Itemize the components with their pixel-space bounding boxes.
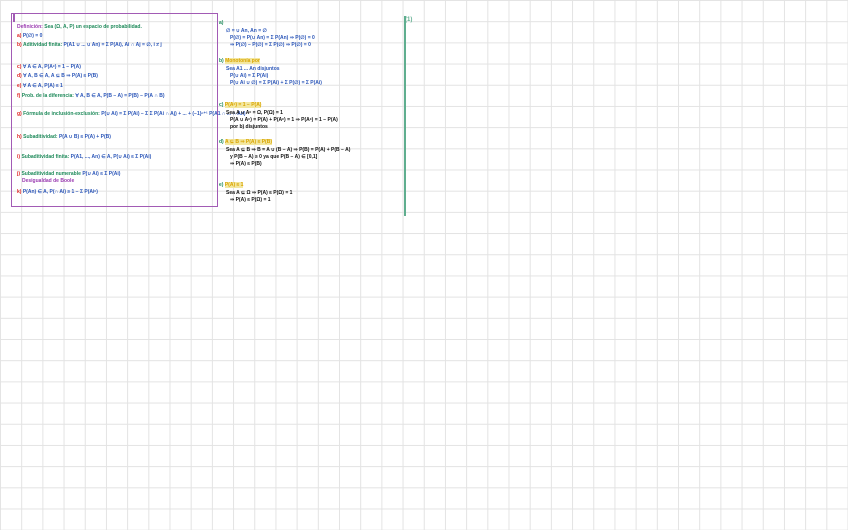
proof-line: P(∪ Ai ∪ ∅) = Σ P(Ai) + Σ P(∅) = Σ P(Ai) [230, 80, 322, 86]
property-item: g) Fórmula de inclusión-exclusión: P(∪ A… [17, 111, 246, 117]
property-label: e) [17, 83, 22, 89]
proof-title: Monotonía por [225, 58, 260, 64]
proof-line-text: y P(B − A) ≥ 0 ya que P(B − A) ∈ [0,1] [230, 154, 318, 160]
page-divider [404, 16, 406, 216]
property-name: Subaditividad numerable [21, 171, 81, 177]
proof-line-text: ⇒ P(A) ≤ P(Ω) = 1 [230, 197, 271, 203]
property-item: c) ∀ A ∈ A, P(Aᶜ) = 1 − P(A) [17, 64, 81, 70]
property-subname: Desigualdad de Boole [22, 178, 74, 184]
property-formula: ∀ A ∈ A, P(A) ≤ 1 [22, 83, 63, 89]
proof-heading: b) Monotonía por [219, 58, 260, 64]
property-formula: P(∪ Ai) = Σ P(Ai) − Σ Σ P(Ai ∩ Aj) + ...… [101, 111, 246, 117]
property-formula: ∀ A ∈ A, P(Aᶜ) = 1 − P(A) [22, 64, 81, 70]
property-label: k) [17, 189, 22, 195]
proof-line-text: por b) disjuntos [230, 124, 268, 130]
proof-line: P(A ∪ Aᶜ) = P(A) + P(Aᶜ) = 1 ⇒ P(Aᶜ) = 1… [230, 117, 338, 123]
property-item: j) Subaditividad numerable P(∪ Ai) ≤ Σ P… [17, 171, 120, 177]
proof-line-text: Sea A ∪ Aᶜ = Ω, P(Ω) = 1 [226, 110, 283, 116]
property-item: f) Prob. de la diferencia: ∀ A, B ∈ A, P… [17, 93, 165, 99]
property-formula: P(∪ Ai) ≤ Σ P(Ai) [82, 171, 121, 177]
proof-title: P(Aᶜ) = 1 − P(A) [224, 102, 262, 108]
property-label: b) [17, 42, 22, 48]
property-item: h) Subaditividad: P(A ∪ B) ≤ P(A) + P(B) [17, 134, 111, 140]
property-label: j) [17, 171, 21, 177]
property-item: b) Aditividad finita: P(A1 ∪ ... ∪ An) =… [17, 42, 162, 48]
proof-line-text: ⇒ P(∅) − P(∅) = Σ P(∅) ⇒ P(∅) = 0 [230, 42, 311, 48]
proof-line: Sea A ⊆ B ⇒ B = A ∪ (B − A) ⇒ P(B) = P(A… [226, 147, 350, 153]
property-formula: ∀ A, B ∈ A, P(B − A) = P(B) − P(A ∩ B) [75, 93, 165, 99]
proof-label: c) [219, 102, 224, 108]
property-item: i) Subaditividad finita: P(A1, ..., An) … [17, 154, 151, 160]
property-label: f) [17, 93, 21, 99]
property-formula: P(A ∪ B) ≤ P(A) + P(B) [58, 134, 111, 140]
proof-label: e) [219, 182, 224, 188]
proof-heading: a) [219, 20, 223, 26]
property-formula: P(A1, ..., An) ∈ A, P(∪ Ai) ≤ Σ P(Ai) [70, 154, 152, 160]
property-subname-text: Desigualdad de Boole [22, 178, 75, 184]
property-item: d) ∀ A, B ∈ A, A ⊆ B ⇒ P(A) ≤ P(B) [17, 73, 98, 79]
proof-line: ⇒ P(∅) − P(∅) = Σ P(∅) ⇒ P(∅) = 0 [230, 42, 311, 48]
property-name: Prob. de la diferencia: [21, 93, 74, 99]
property-formula: P(An) ∈ A, P(∩ Ai) ≥ 1 − Σ P(Aiᶜ) [22, 189, 98, 195]
property-item: a) P(∅) = 0 [17, 33, 42, 39]
proof-line: por b) disjuntos [230, 124, 268, 130]
proof-line: Sea A ∪ Aᶜ = Ω, P(Ω) = 1 [226, 110, 283, 116]
proof-line: y P(B − A) ≥ 0 ya que P(B − A) ∈ [0,1] [230, 154, 317, 160]
proof-line: ⇒ P(A) ≤ P(Ω) = 1 [230, 197, 271, 203]
proof-line: Sea A1 ... An disjuntos [226, 66, 280, 72]
property-formula: ∀ A, B ∈ A, A ⊆ B ⇒ P(A) ≤ P(B) [23, 73, 98, 79]
property-item: k) P(An) ∈ A, P(∩ Ai) ≥ 1 − Σ P(Aiᶜ) [17, 189, 98, 195]
proof-line: ⇒ P(A) ≤ P(B) [230, 161, 262, 167]
proof-line: P(∪ Ai) = Σ P(Ai) [230, 73, 268, 79]
property-label: g) [17, 111, 22, 117]
property-name: Aditividad finita: [22, 42, 63, 48]
proof-line-text: P(A ∪ Aᶜ) = P(A) + P(Aᶜ) = 1 ⇒ P(Aᶜ) = 1… [230, 117, 338, 123]
proof-heading: e) P(A) ≤ 1 [219, 182, 244, 188]
property-label: d) [17, 73, 22, 79]
proof-line: ∅ = ∪ An, An = ∅ [226, 28, 267, 34]
proof-heading: c) P(Aᶜ) = 1 − P(A) [219, 102, 262, 108]
property-name: Subaditividad finita: [21, 154, 70, 160]
proof-heading: d) A ⊆ B ⇒ P(A) ≤ P(B) [219, 139, 272, 145]
proof-line-text: P(∪ Ai ∪ ∅) = Σ P(Ai) + Σ P(∅) = Σ P(Ai) [230, 80, 322, 86]
page-number: (1) [405, 17, 413, 23]
property-label: i) [17, 154, 21, 160]
property-label: c) [17, 64, 22, 70]
definition-title: Definición: [17, 24, 43, 30]
property-label: h) [17, 134, 22, 140]
definition-header: Definición: Sea (Ω, A, P) un espacio de … [17, 24, 142, 30]
proof-label: a) [219, 20, 224, 26]
property-formula: P(∅) = 0 [22, 33, 43, 39]
proof-line-text: Sea A1 ... An disjuntos [226, 66, 280, 72]
proof-label: b) [219, 58, 224, 64]
definition-intro: Sea (Ω, A, P) un espacio de probabilidad… [44, 24, 142, 30]
proof-line-text: P(∪ Ai) = Σ P(Ai) [230, 73, 269, 79]
proof-label: d) [219, 139, 224, 145]
property-formula: P(A1 ∪ ... ∪ An) = Σ P(Ai), Ai ∩ Aj = ∅,… [63, 42, 162, 48]
proof-line: Sea A ⊆ Ω ⇒ P(A) ≤ P(Ω) = 1 [226, 190, 292, 196]
property-label: a) [17, 33, 22, 39]
proof-title: P(A) ≤ 1 [224, 182, 244, 188]
proof-line-text: ⇒ P(A) ≤ P(B) [230, 161, 262, 167]
proof-title: A ⊆ B ⇒ P(A) ≤ P(B) [224, 139, 272, 145]
box-marker [13, 14, 15, 22]
proof-line: P(∅) = P(∪ An) = Σ P(An) ⇒ P(∅) = 0 [230, 35, 315, 41]
property-name: Fórmula de inclusión-exclusión: [23, 111, 100, 117]
proof-line-text: Sea A ⊆ Ω ⇒ P(A) ≤ P(Ω) = 1 [226, 190, 293, 196]
property-name: Subaditividad: [23, 134, 58, 140]
proof-line-text: ∅ = ∪ An, An = ∅ [226, 28, 267, 34]
property-item: e) ∀ A ∈ A, P(A) ≤ 1 [17, 83, 63, 89]
proof-line-text: P(∅) = P(∪ An) = Σ P(An) ⇒ P(∅) = 0 [230, 35, 315, 41]
proof-line-text: Sea A ⊆ B ⇒ B = A ∪ (B − A) ⇒ P(B) = P(A… [226, 147, 351, 153]
